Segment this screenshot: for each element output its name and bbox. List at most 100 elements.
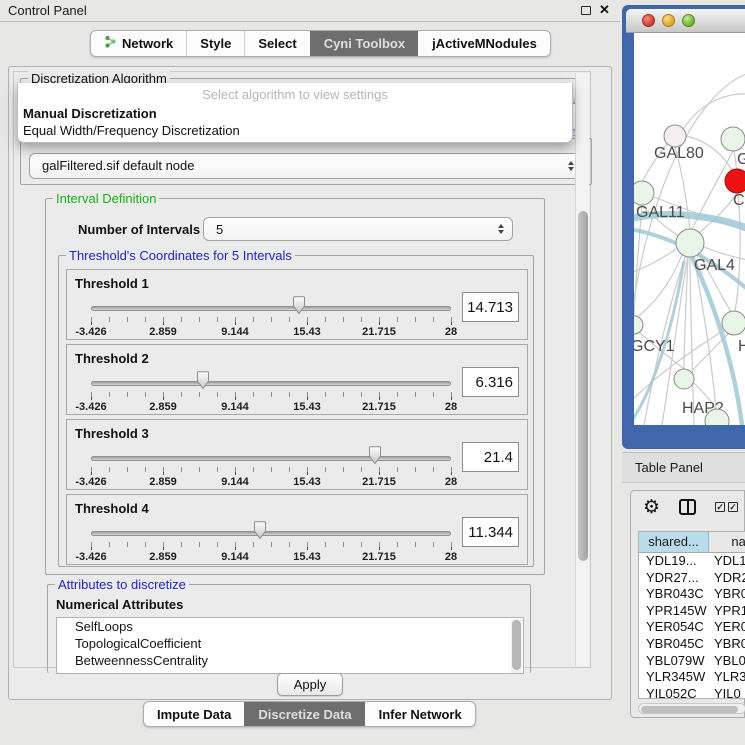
slider-thumb[interactable]	[367, 446, 383, 465]
slider-thumb[interactable]	[252, 521, 268, 540]
cell-name[interactable]: YPR1	[709, 603, 745, 620]
node-attribute-table[interactable]: shared... na... YDL19...YDL1YDR27...YDR2…	[638, 531, 745, 699]
minimize-traffic-light[interactable]	[662, 14, 675, 27]
checkbox-icon[interactable]: ✓	[728, 502, 738, 512]
threshold-4-slider[interactable]: -3.4262.8599.14415.4321.71528	[91, 519, 451, 565]
table-row[interactable]: YLR345WYLR3	[639, 669, 745, 686]
close-traffic-light[interactable]	[642, 14, 655, 27]
cell-name[interactable]: YLR3	[709, 669, 745, 686]
network-node-gal80[interactable]	[664, 125, 686, 147]
slider-track[interactable]	[91, 531, 451, 536]
column-header-name[interactable]: na...	[709, 532, 745, 552]
cell-shared-name[interactable]: YBR043C	[639, 586, 709, 603]
numerical-attributes-list[interactable]: SelfLoopsTopologicalCoefficientBetweenne…	[56, 617, 524, 674]
table-row[interactable]: YDL19...YDL1	[639, 553, 745, 570]
network-node-c[interactable]	[725, 169, 745, 193]
tick-label: -3.426	[75, 326, 106, 338]
panel-scrollbar-thumb[interactable]	[578, 211, 588, 561]
network-node-ga[interactable]	[721, 127, 745, 151]
cell-shared-name[interactable]: YDL19...	[639, 553, 709, 570]
network-window-titlebar[interactable]	[626, 9, 745, 33]
tab-cyni-toolbox[interactable]: Cyni Toolbox	[310, 31, 418, 56]
apply-button[interactable]: Apply	[277, 673, 343, 696]
tab-style[interactable]: Style	[186, 31, 244, 56]
gear-icon[interactable]: ⚙	[643, 496, 660, 519]
slider-track[interactable]	[91, 456, 451, 461]
slider-thumb[interactable]	[291, 296, 307, 315]
popup-item-manual-discretization[interactable]: Manual Discretization	[23, 106, 157, 121]
tick-label: 15.43	[293, 551, 321, 563]
network-node-hap2[interactable]	[674, 369, 694, 389]
cell-shared-name[interactable]: YER054C	[639, 619, 709, 636]
cell-shared-name[interactable]: YIL052C	[639, 686, 709, 699]
cell-shared-name[interactable]: YLR345W	[639, 669, 709, 686]
network-graph[interactable]: GAL80GACGAL11GAL4GCY1HHAP2	[634, 33, 745, 425]
table-row[interactable]: YIL052CYIL0	[639, 686, 745, 699]
checkbox-icon[interactable]: ✓	[715, 502, 725, 512]
cell-name[interactable]: YBL0	[709, 653, 745, 670]
zoom-traffic-light[interactable]	[682, 14, 695, 27]
table-hscrollbar[interactable]	[638, 703, 745, 714]
split-columns-icon[interactable]	[679, 499, 696, 515]
float-window-icon[interactable]	[581, 6, 591, 15]
table-row[interactable]: YER054CYER0	[639, 619, 745, 636]
attribute-list-item[interactable]: TopologicalCoefficient	[57, 635, 523, 652]
cell-name[interactable]: YIL0	[709, 686, 745, 699]
tick-label: 21.715	[362, 551, 396, 563]
cell-shared-name[interactable]: YDR27...	[639, 570, 709, 587]
cell-name[interactable]: YER0	[709, 619, 745, 636]
network-node-gal11[interactable]	[634, 181, 654, 205]
close-icon[interactable]: ✕	[599, 2, 610, 18]
cell-name[interactable]: YDL1	[709, 553, 745, 570]
tab-label: Select	[258, 31, 296, 56]
threshold-1-slider[interactable]: -3.4262.8599.14415.4321.71528	[91, 294, 451, 340]
slider-thumb[interactable]	[195, 371, 211, 390]
table-row[interactable]: YDR27...YDR2	[639, 570, 745, 587]
table-data-combobox[interactable]: galFiltered.sif default node	[29, 153, 583, 179]
tab-jactivemnodules[interactable]: jActiveMNodules	[418, 31, 550, 56]
cell-shared-name[interactable]: YBL079W	[639, 653, 709, 670]
table-row[interactable]: YPR145WYPR1	[639, 603, 745, 620]
threshold-4-value-field[interactable]	[462, 517, 519, 547]
tab-select[interactable]: Select	[244, 31, 309, 56]
attribute-list-item[interactable]: BetweennessCentrality	[57, 652, 523, 669]
network-canvas[interactable]: GAL80GACGAL11GAL4GCY1HHAP2	[634, 33, 745, 425]
cell-name[interactable]: YBR0	[709, 636, 745, 653]
threshold-3-slider[interactable]: -3.4262.8599.14415.4321.71528	[91, 444, 451, 490]
tab-network[interactable]: Network	[91, 31, 186, 56]
column-header-shared-name[interactable]: shared...	[639, 532, 709, 552]
tab-discretize-data[interactable]: Discretize Data	[244, 702, 364, 726]
threshold-1-value-field[interactable]	[462, 292, 519, 322]
network-node-label: C	[733, 192, 745, 209]
tab-impute-data[interactable]: Impute Data	[144, 702, 244, 726]
table-row[interactable]: YBL079WYBL0	[639, 653, 745, 670]
list-scrollbar-thumb[interactable]	[512, 620, 521, 670]
table-hscrollbar-thumb[interactable]	[641, 706, 738, 713]
network-node-gcy1[interactable]	[634, 316, 643, 334]
panel-scrollbar[interactable]	[575, 73, 589, 666]
slider-track[interactable]	[91, 381, 451, 386]
tab-infer-network[interactable]: Infer Network	[365, 702, 475, 726]
slider-track[interactable]	[91, 306, 451, 311]
tab-label: Network	[122, 31, 173, 56]
tick-label: 9.144	[221, 476, 249, 488]
number-of-intervals-combobox[interactable]: 5	[203, 217, 513, 241]
network-node-h[interactable]	[722, 311, 745, 335]
cell-name[interactable]: YBR0	[709, 586, 745, 603]
network-node-gal4[interactable]	[676, 229, 704, 257]
attribute-list-item[interactable]: SelfLoops	[57, 618, 523, 635]
cell-shared-name[interactable]: YPR145W	[639, 603, 709, 620]
slider-minor-ticks	[91, 467, 452, 472]
table-body: YDL19...YDL1YDR27...YDR2YBR043CYBR0YPR14…	[639, 553, 745, 699]
network-node-label: GA	[737, 151, 745, 168]
threshold-3-value-field[interactable]	[462, 442, 519, 472]
threshold-2-slider[interactable]: -3.4262.8599.14415.4321.71528	[91, 369, 451, 415]
threshold-2-value-field[interactable]	[462, 367, 519, 397]
table-row[interactable]: YBR045CYBR0	[639, 636, 745, 653]
cell-name[interactable]: YDR2	[709, 570, 745, 587]
cell-shared-name[interactable]: YBR045C	[639, 636, 709, 653]
popup-placeholder-item[interactable]: Select algorithm to view settings	[18, 87, 572, 102]
list-scrollbar[interactable]	[511, 619, 522, 673]
table-row[interactable]: YBR043CYBR0	[639, 586, 745, 603]
popup-item-equal-width-frequency[interactable]: Equal Width/Frequency Discretization	[23, 123, 240, 138]
